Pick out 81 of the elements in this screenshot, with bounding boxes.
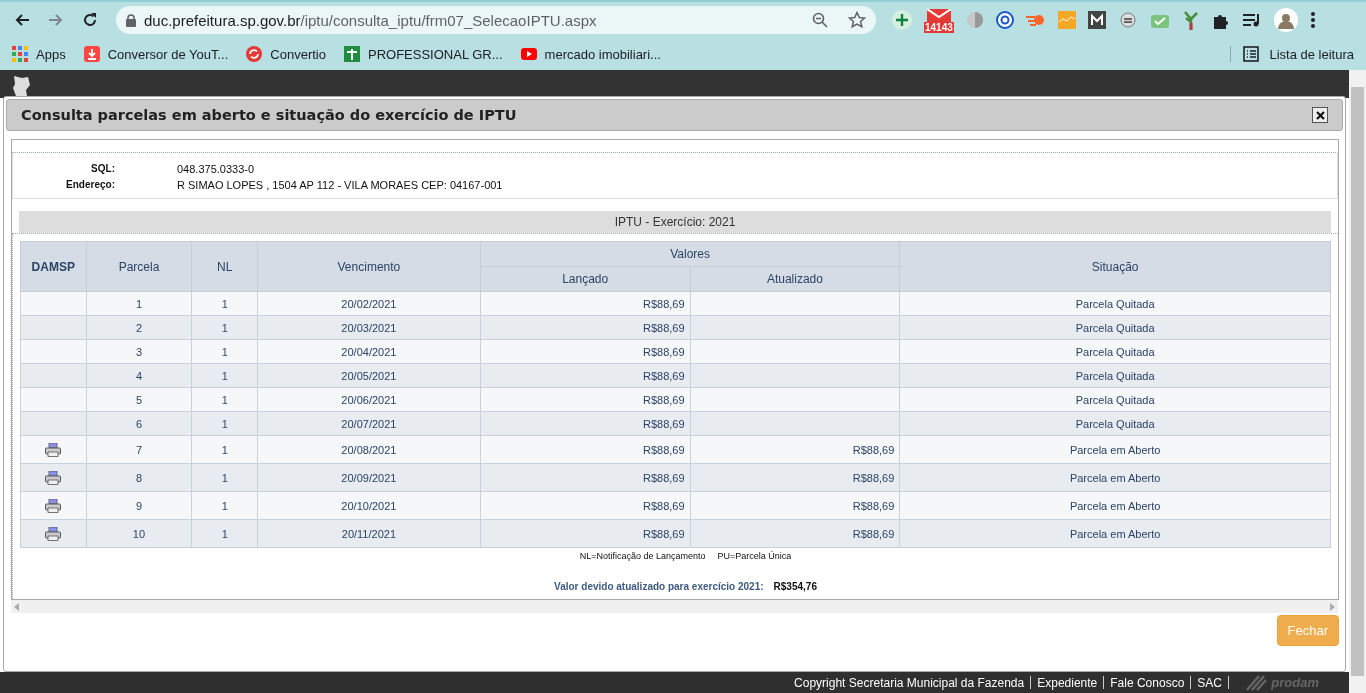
table-cell: Parcela Quitada — [899, 411, 1331, 436]
table-cell: 1 — [191, 435, 258, 464]
table-cell: 20/02/2021 — [257, 291, 481, 316]
table-cell: R$88,69 — [480, 363, 691, 388]
table-cell: 9 — [86, 491, 192, 520]
bookmark[interactable]: PROFESSIONAL GR... — [344, 46, 503, 62]
field-label: SQL: — [90, 162, 115, 176]
table-cell: Parcela em Aberto — [899, 491, 1331, 520]
table-cell: R$88,69 — [690, 463, 900, 492]
table-cell: R$88,69 — [480, 315, 691, 340]
table-cell: R$88,69 — [480, 463, 691, 492]
table-cell: Parcela Quitada — [899, 387, 1331, 412]
column-header: NL — [191, 241, 258, 292]
column-header: DAMSP — [20, 241, 87, 292]
column-header: Atualizado — [690, 266, 900, 292]
table-cell: 20/05/2021 — [257, 363, 481, 388]
bookmark[interactable]: mercado imobiliari... — [520, 46, 661, 62]
field-value: R SIMAO LOPES , 1504 AP 112 - VILA MORAES CEP: 04167-001 — [177, 178, 504, 193]
unread-count: 14143 — [924, 22, 954, 33]
footer-link[interactable]: Expediente — [1037, 675, 1098, 690]
table-cell: R$88,69 — [480, 387, 691, 412]
section-header: IPTU - Exercício: 2021 — [19, 211, 1331, 233]
mail-extension-icon[interactable]: 14143 — [924, 9, 954, 31]
table-cell: R$88,69 — [480, 435, 691, 464]
reading-list-button[interactable]: Lista de leitura — [1230, 46, 1354, 62]
bookmark[interactable]: Conversor de YouT... — [83, 46, 229, 62]
table-cell: Parcela em Aberto — [899, 463, 1331, 492]
table-cell: 20/10/2021 — [257, 491, 481, 520]
table-cell: Parcela Quitada — [899, 315, 1331, 340]
column-header: Valores — [480, 241, 900, 267]
table-cell: 4 — [86, 363, 192, 388]
table-cell: 20/09/2021 — [257, 463, 481, 492]
table-cell: 2 — [86, 315, 192, 340]
footer-link[interactable]: Fale Conosco — [1110, 675, 1185, 690]
table-cell: 10 — [86, 519, 192, 548]
column-header: Parcela — [86, 241, 192, 292]
table-cell: R$88,69 — [690, 491, 900, 520]
table-cell: 20/03/2021 — [257, 315, 481, 340]
table-cell: 20/06/2021 — [257, 387, 481, 412]
table-cell: 3 — [86, 339, 192, 364]
table-cell: Parcela Quitada — [899, 339, 1331, 364]
legend-text: NL=Notificação de Lançamento — [579, 551, 706, 561]
table-cell: 6 — [86, 411, 192, 436]
url-path: /iptu/consulta_iptu/frm07_SelecaoIPTU.aspx — [300, 11, 597, 29]
bookmark[interactable]: Apps — [12, 46, 66, 62]
legend-text: PU=Parcela Única — [717, 551, 792, 561]
table-cell: 8 — [86, 463, 192, 492]
dialog-title: Consulta parcelas em aberto e situação do exercício de IPTU — [21, 107, 517, 123]
table-cell: 20/08/2021 — [257, 435, 481, 464]
table-cell: R$88,69 — [690, 435, 900, 464]
total-label: Valor devido atualizado para exercício 2021: — [554, 581, 764, 592]
footer-link[interactable]: SAC — [1197, 675, 1222, 690]
bookmark[interactable]: Convertio — [246, 46, 326, 62]
table-cell: 20/11/2021 — [257, 519, 481, 548]
field-value: 048.375.0333-0 — [177, 162, 256, 177]
table-cell: 1 — [191, 491, 258, 520]
table-cell: Parcela em Aberto — [899, 519, 1331, 548]
address-bar[interactable]: duc.prefeitura.sp.gov.br/iptu/consulta_iptu/frm07_SelecaoIPTU.aspx — [116, 6, 876, 34]
table-cell: 20/07/2021 — [257, 411, 481, 436]
table-cell: 5 — [86, 387, 192, 412]
table-cell: 7 — [86, 435, 192, 464]
table-cell: 20/04/2021 — [257, 339, 481, 364]
table-cell: Parcela Quitada — [899, 291, 1331, 316]
table-cell: R$88,69 — [480, 491, 691, 520]
table-cell: R$88,69 — [480, 339, 691, 364]
table-cell: 1 — [191, 463, 258, 492]
url-host: duc.prefeitura.sp.gov.br — [144, 11, 301, 29]
table-cell: R$88,69 — [480, 291, 691, 316]
table-cell: 1 — [86, 291, 192, 316]
table-cell: Parcela em Aberto — [899, 435, 1331, 464]
table-cell: R$88,69 — [480, 411, 691, 436]
column-header: Vencimento — [257, 241, 481, 292]
table-cell: R$88,69 — [690, 519, 900, 548]
field-label: Endereço: — [65, 178, 115, 192]
column-header: Situação — [899, 241, 1331, 292]
table-cell: 1 — [191, 519, 258, 548]
column-header: Lançado — [480, 266, 691, 292]
total-value: R$354,76 — [773, 581, 817, 592]
table-cell: Parcela Quitada — [899, 363, 1331, 388]
footer-link[interactable]: Copyright Secretaria Municipal da Fazenda — [794, 675, 1025, 690]
table-cell: R$88,69 — [480, 519, 691, 548]
